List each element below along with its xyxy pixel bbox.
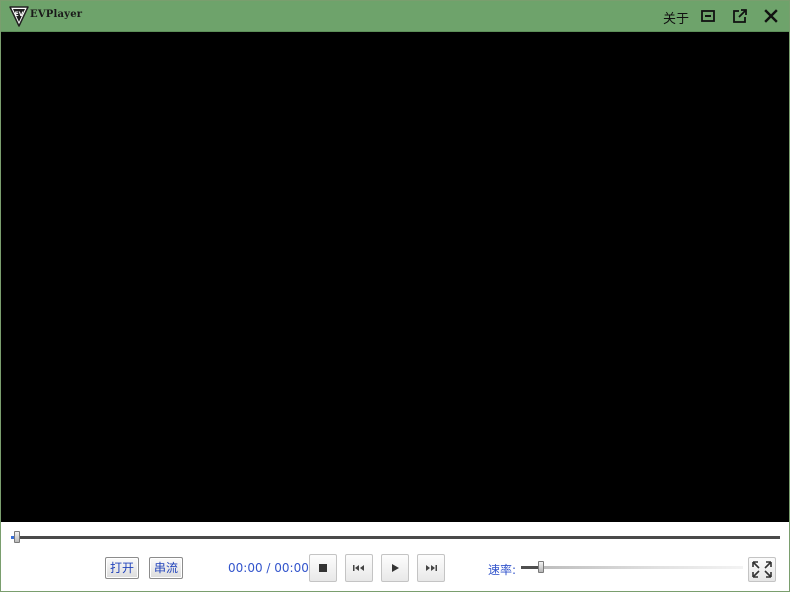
close-icon [764,9,778,23]
previous-button[interactable] [345,554,373,582]
mini-mode-icon [701,10,715,22]
stop-icon [319,564,327,572]
app-title: EVPlayer [30,9,83,20]
app-logo-icon: EV [8,5,30,27]
fullscreen-button[interactable] [748,557,776,582]
play-button[interactable] [381,554,409,582]
open-button[interactable]: 打开 [105,557,139,579]
play-icon [392,564,399,572]
svg-text:EV: EV [15,11,24,18]
popout-icon [733,9,747,23]
speed-handle[interactable] [538,561,544,573]
fullscreen-icon [752,561,772,578]
close-button[interactable] [762,7,780,25]
about-button[interactable]: 关于 [663,8,689,27]
player-window: EV EVPlayer 关于 打开 串流 00:00 / 00:00 速率: [0,0,790,592]
progress-handle[interactable] [14,531,20,543]
previous-icon [353,565,364,571]
next-icon [426,565,437,571]
video-display[interactable] [1,32,789,522]
popout-button[interactable] [731,7,749,25]
speed-track-empty [541,566,743,569]
mini-mode-button[interactable] [699,7,717,25]
progress-track [11,536,780,539]
next-button[interactable] [417,554,445,582]
speed-label: 速率: [488,563,517,577]
speed-slider[interactable] [521,560,743,574]
stop-button[interactable] [309,554,337,582]
progress-bar[interactable] [11,531,780,545]
title-bar[interactable]: EV EVPlayer 关于 [1,1,789,32]
time-display: 00:00 / 00:00 [228,561,309,575]
stream-button[interactable]: 串流 [149,557,183,579]
